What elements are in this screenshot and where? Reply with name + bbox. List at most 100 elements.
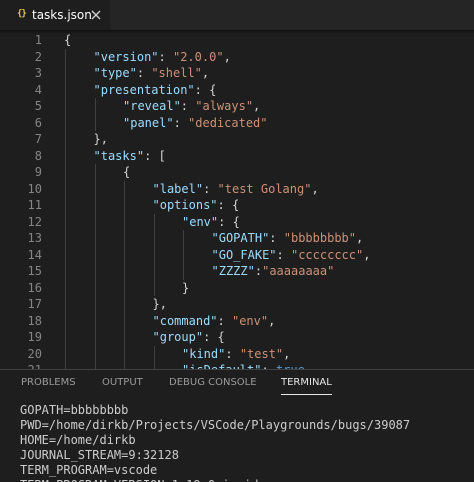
tab-tasks-json[interactable]: {} tasks.json — [0, 0, 110, 30]
json-punctuation: , — [268, 313, 276, 328]
json-key: "env" — [182, 214, 219, 229]
code-area[interactable]: {"version": "2.0.0", "type": "shell", "pre… — [64, 30, 474, 369]
json-string: "env" — [231, 313, 269, 328]
code-line: "GO_FAKE": "cccccccc", — [212, 247, 371, 264]
tab-terminal[interactable]: TERMINAL — [281, 377, 332, 395]
json-key: "version" — [93, 49, 159, 64]
json-punctuation: , — [356, 231, 364, 245]
line-number: 13 — [27, 231, 42, 245]
line-number: 19 — [27, 330, 42, 344]
line-number: 3 — [34, 66, 42, 80]
code-line: }, — [153, 296, 167, 313]
json-key: "GO_FAKE" — [211, 247, 277, 262]
code-line: "reveal": "always", — [123, 98, 260, 115]
json-punctuation: : — [225, 346, 240, 361]
code-line: }, — [94, 131, 108, 148]
terminal-line: JOURNAL_STREAM=9:32128 — [20, 448, 179, 462]
json-punctuation: , — [311, 181, 319, 196]
json-key: "GOPATH" — [211, 231, 270, 245]
json-punctuation: , — [363, 247, 371, 262]
json-punctuation: { — [64, 33, 72, 47]
code-line: "version": "2.0.0", — [94, 49, 231, 66]
json-string: "cccccccc" — [290, 247, 364, 262]
json-punctuation: : — [276, 247, 291, 262]
tab-title: tasks.json — [32, 8, 92, 22]
code-line: "presentation": { — [94, 82, 217, 99]
code-line: "command": "env", — [153, 313, 276, 330]
json-string: "2.0.0" — [172, 49, 224, 64]
vscode-window: {} tasks.json 1 2 3 4 5 6 7 8 9 10 11 12 13 14 15 16 17 1… — [0, 0, 474, 482]
code-line: "isDefault": true — [182, 362, 305, 369]
json-punctuation: : — [158, 49, 173, 64]
json-punctuation: , — [253, 99, 261, 113]
json-string: "test Golang" — [217, 181, 312, 196]
json-key: "options" — [152, 198, 218, 212]
code-line: { — [123, 164, 130, 181]
json-string: "shell" — [151, 66, 202, 80]
tab-output[interactable]: OUTPUT — [102, 377, 143, 389]
indent-guide — [124, 180, 125, 369]
json-punctuation: , — [223, 49, 231, 64]
json-string: "bbbbbbbb" — [283, 231, 356, 245]
active-tab-indicator — [281, 394, 332, 395]
json-string: "dedicated" — [188, 115, 268, 130]
code-line: "ZZZZ":"aaaaaaaa" — [212, 263, 335, 280]
json-key: "command" — [152, 313, 218, 328]
json-punctuation: : — [254, 264, 263, 278]
indent-guide — [94, 98, 96, 131]
bottom-panel: PROBLEMS OUTPUT DEBUG CONSOLE TERMINAL G… — [0, 369, 474, 482]
scroll-shadow — [0, 30, 474, 34]
json-punctuation: { — [123, 165, 131, 179]
line-number: 12 — [27, 214, 42, 229]
json-punctuation: : — [180, 99, 196, 113]
json-punctuation: : — [136, 66, 152, 80]
json-punctuation: : — [217, 313, 232, 328]
line-number: 4 — [34, 82, 42, 97]
json-punctuation: : { — [218, 214, 240, 229]
json-key: "group" — [152, 330, 204, 344]
code-line: "tasks": [ — [94, 148, 166, 165]
json-punctuation: : [ — [144, 148, 166, 163]
indent-guide — [183, 230, 184, 280]
tab-terminal-label: TERMINAL — [281, 377, 332, 388]
line-number: 14 — [27, 247, 42, 262]
terminal-line: TERM_PROGRAM_VERSION=1.19.0-insider — [20, 478, 273, 482]
json-punctuation: : { — [194, 82, 217, 97]
terminal-line: TERM_PROGRAM=vscode — [20, 463, 158, 477]
indent-guide — [153, 345, 155, 369]
json-key: "kind" — [182, 346, 226, 361]
indent-guide — [94, 164, 96, 369]
line-number: 8 — [34, 148, 42, 163]
line-number: 17 — [27, 297, 42, 311]
json-string: "aaaaaaaa" — [262, 264, 335, 278]
json-key: "tasks" — [93, 148, 145, 163]
line-number: 18 — [27, 313, 42, 328]
line-number: 11 — [27, 198, 42, 212]
json-punctuation: , — [201, 66, 210, 80]
code-line: "panel": "dedicated" — [123, 115, 268, 132]
json-punctuation: }, — [152, 297, 167, 311]
terminal-output[interactable]: GOPATH=bbbbbbbb PWD=/home/dirkb/Projects/… — [20, 403, 474, 482]
indent-guide — [153, 213, 155, 296]
code-editor[interactable]: 123456789101112131415161718192021 {"vers… — [0, 30, 474, 369]
close-icon[interactable] — [89, 8, 103, 22]
tab-debug-console[interactable]: DEBUG CONSOLE — [169, 377, 257, 389]
json-punctuation: }, — [93, 132, 108, 146]
json-punctuation: : — [269, 231, 284, 245]
json-key: "type" — [93, 66, 137, 80]
line-number: 6 — [34, 115, 42, 130]
json-punctuation: } — [182, 280, 190, 295]
json-key: "label" — [152, 181, 204, 196]
json-punctuation: : — [173, 115, 189, 130]
tab-problems[interactable]: PROBLEMS — [21, 377, 76, 389]
json-string: "always" — [195, 99, 254, 113]
line-number: 20 — [27, 346, 42, 361]
editor-tab-bar: {} tasks.json — [0, 0, 474, 30]
terminal-line: GOPATH=bbbbbbbb — [20, 403, 129, 417]
line-number: 1 — [34, 33, 42, 47]
json-punctuation: : { — [217, 198, 240, 212]
json-key: "presentation" — [93, 82, 195, 97]
line-number: 15 — [27, 264, 42, 278]
code-line: "GOPATH": "bbbbbbbb", — [212, 230, 364, 247]
line-number-gutter: 123456789101112131415161718192021 — [0, 30, 50, 369]
